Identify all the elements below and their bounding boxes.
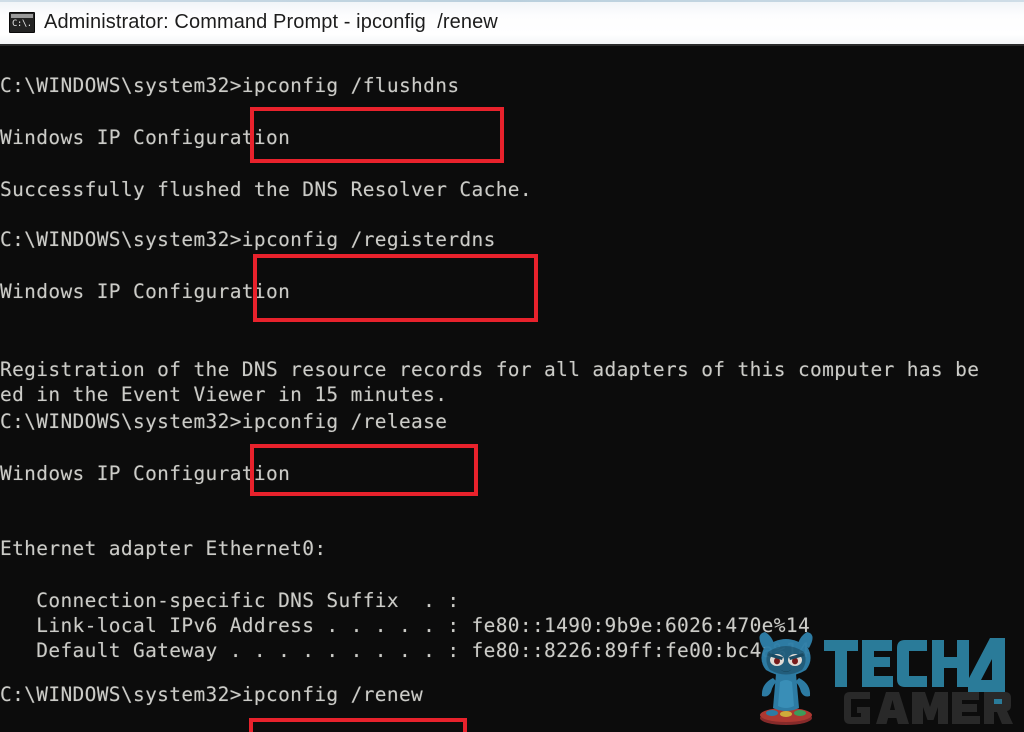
tech4gamers-wordmark-primary <box>824 640 969 687</box>
output-windows-ip-config-1: Windows IP Configuration <box>0 126 291 149</box>
console-window-icon: C:\. <box>9 11 35 33</box>
console-icon-glyph: C:\. <box>12 18 32 29</box>
prompt-line-renew: C:\WINDOWS\system32>ipconfig /renew <box>0 683 424 706</box>
output-dns-suffix: Connection-specific DNS Suffix . : <box>0 589 460 612</box>
output-windows-ip-config-2: Windows IP Configuration <box>0 280 291 303</box>
output-link-local-ipv6: Link-local IPv6 Address . . . . . : fe80… <box>0 614 811 637</box>
prompt-line-flushdns: C:\WINDOWS\system32>ipconfig /flushdns <box>0 74 460 97</box>
console-icon-titlebar-stripe <box>11 13 33 18</box>
output-ethernet-adapter: Ethernet adapter Ethernet0: <box>0 537 327 560</box>
prompt-line-release: C:\WINDOWS\system32>ipconfig /release <box>0 410 448 433</box>
output-default-gateway: Default Gateway . . . . . . . . . : fe80… <box>0 639 811 662</box>
window-title: Administrator: Command Prompt - ipconfig… <box>44 10 498 33</box>
output-flushdns-result: Successfully flushed the DNS Resolver Ca… <box>0 178 532 201</box>
output-registration-1: Registration of the DNS resource records… <box>0 358 980 381</box>
prompt-line-registerdns: C:\WINDOWS\system32>ipconfig /registerdn… <box>0 228 496 251</box>
output-registration-2: ed in the Event Viewer in 15 minutes. <box>0 383 448 406</box>
command-prompt-window: C:\. Administrator: Command Prompt - ipc… <box>0 0 1024 732</box>
tech4gamers-watermark <box>746 622 1016 728</box>
highlight-box-registerdns-command <box>253 254 538 322</box>
highlight-box-renew-command <box>249 718 467 732</box>
window-titlebar[interactable]: C:\. Administrator: Command Prompt - ipc… <box>0 0 1024 46</box>
tech4gamers-mascot-icon <box>759 632 813 725</box>
tech4gamers-wordmark-secondary <box>844 692 1013 724</box>
output-windows-ip-config-3: Windows IP Configuration <box>0 462 291 485</box>
